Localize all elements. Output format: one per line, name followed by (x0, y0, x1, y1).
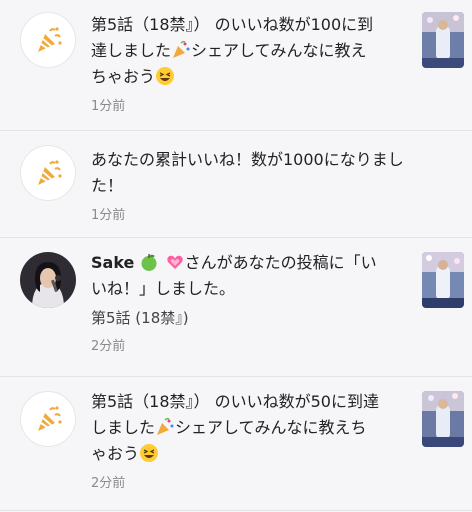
timestamp: 1分前 (91, 99, 126, 114)
timestamp: 2分前 (91, 476, 126, 491)
notification-item[interactable]: 第5話（18禁』） のいいね数が50に到達しました シェアしてみんなに教えちゃおう… (0, 377, 472, 511)
post-thumbnail[interactable] (422, 252, 464, 308)
party-popper-icon (20, 391, 76, 447)
username[interactable]: Sake (91, 253, 134, 272)
green-apple-emoji-icon (139, 252, 159, 272)
notification-item[interactable]: あなたの累計いいね！数が1000になりました！ 1分前 (0, 131, 472, 238)
sparkling-heart-emoji-icon (165, 252, 185, 272)
grinning-squint-emoji-icon (139, 443, 159, 463)
post-title[interactable]: 第5話 (18禁』) (91, 306, 381, 330)
timestamp: 1分前 (91, 208, 126, 223)
party-popper-icon (20, 12, 76, 68)
party-popper-icon (20, 145, 76, 201)
notification-feed: 第5話（18禁』） のいいね数が100に到達しました シェアしてみんなに教えちゃお… (0, 0, 472, 512)
notification-text: あなたの累計いいね！数が1000になりました！ (91, 150, 404, 195)
post-thumbnail[interactable] (422, 391, 464, 447)
party-popper-emoji-icon (155, 417, 175, 437)
user-avatar[interactable] (20, 252, 76, 308)
post-thumbnail[interactable] (422, 12, 464, 68)
notification-text: さんがあなたの投稿に「いいね！」しました。 (91, 253, 377, 298)
party-popper-emoji-icon (171, 40, 191, 60)
grinning-squint-emoji-icon (155, 66, 175, 86)
timestamp: 2分前 (91, 339, 126, 354)
notification-item[interactable]: Sake さんがあなたの投稿に「いいね！」しました。 第5話 (18禁』) 2分… (0, 238, 472, 377)
notification-item[interactable]: 第5話（18禁』） のいいね数が100に到達しました シェアしてみんなに教えちゃお… (0, 0, 472, 131)
